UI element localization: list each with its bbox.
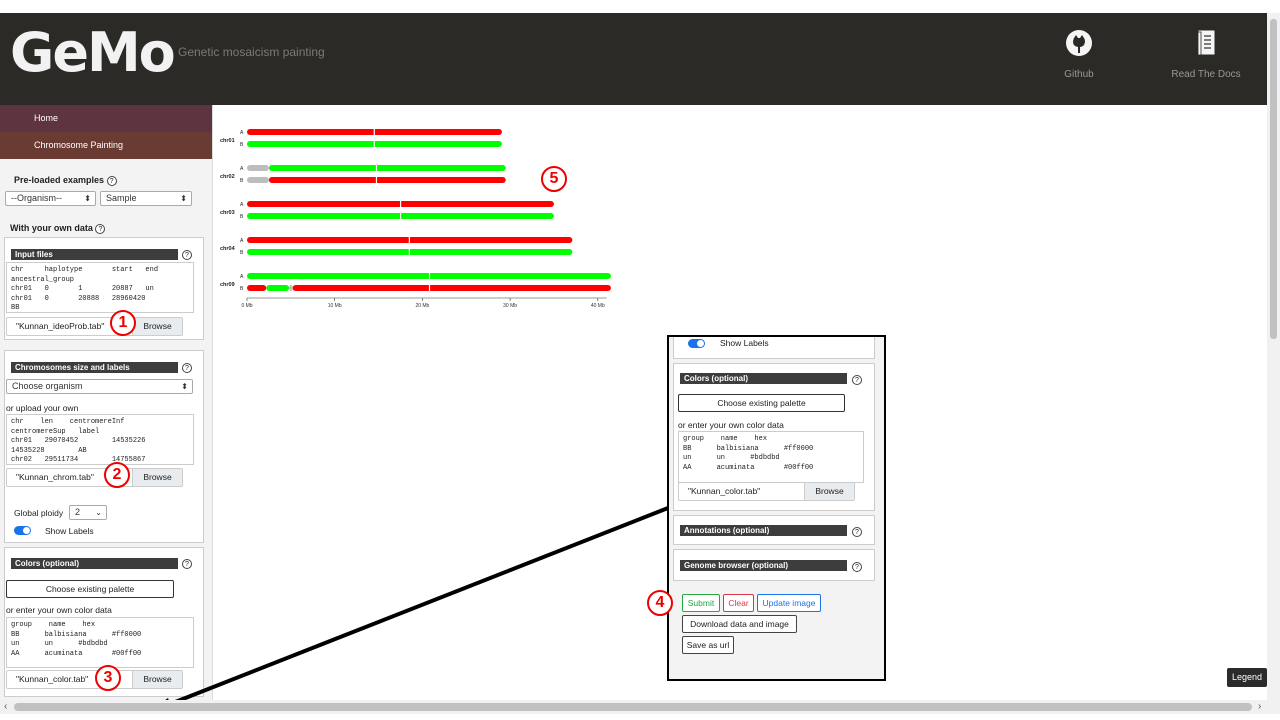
scroll-right-icon[interactable]: › [1258,701,1261,712]
horizontal-scrollbar[interactable]: ‹ › [0,700,1280,714]
legend-button[interactable]: Legend [1227,668,1267,687]
callout-2: 2 [104,462,130,488]
scroll-left-icon[interactable]: ‹ [4,701,7,712]
horizontal-scroll-thumb[interactable] [14,703,1252,711]
callout-3: 3 [95,665,121,691]
vertical-scrollbar[interactable] [1267,13,1280,700]
annotation-arrow [147,506,669,713]
callout-4: 4 [647,590,673,616]
callout-1: 1 [110,310,136,336]
vertical-scroll-thumb[interactable] [1270,19,1277,339]
callout-5: 5 [541,166,567,192]
